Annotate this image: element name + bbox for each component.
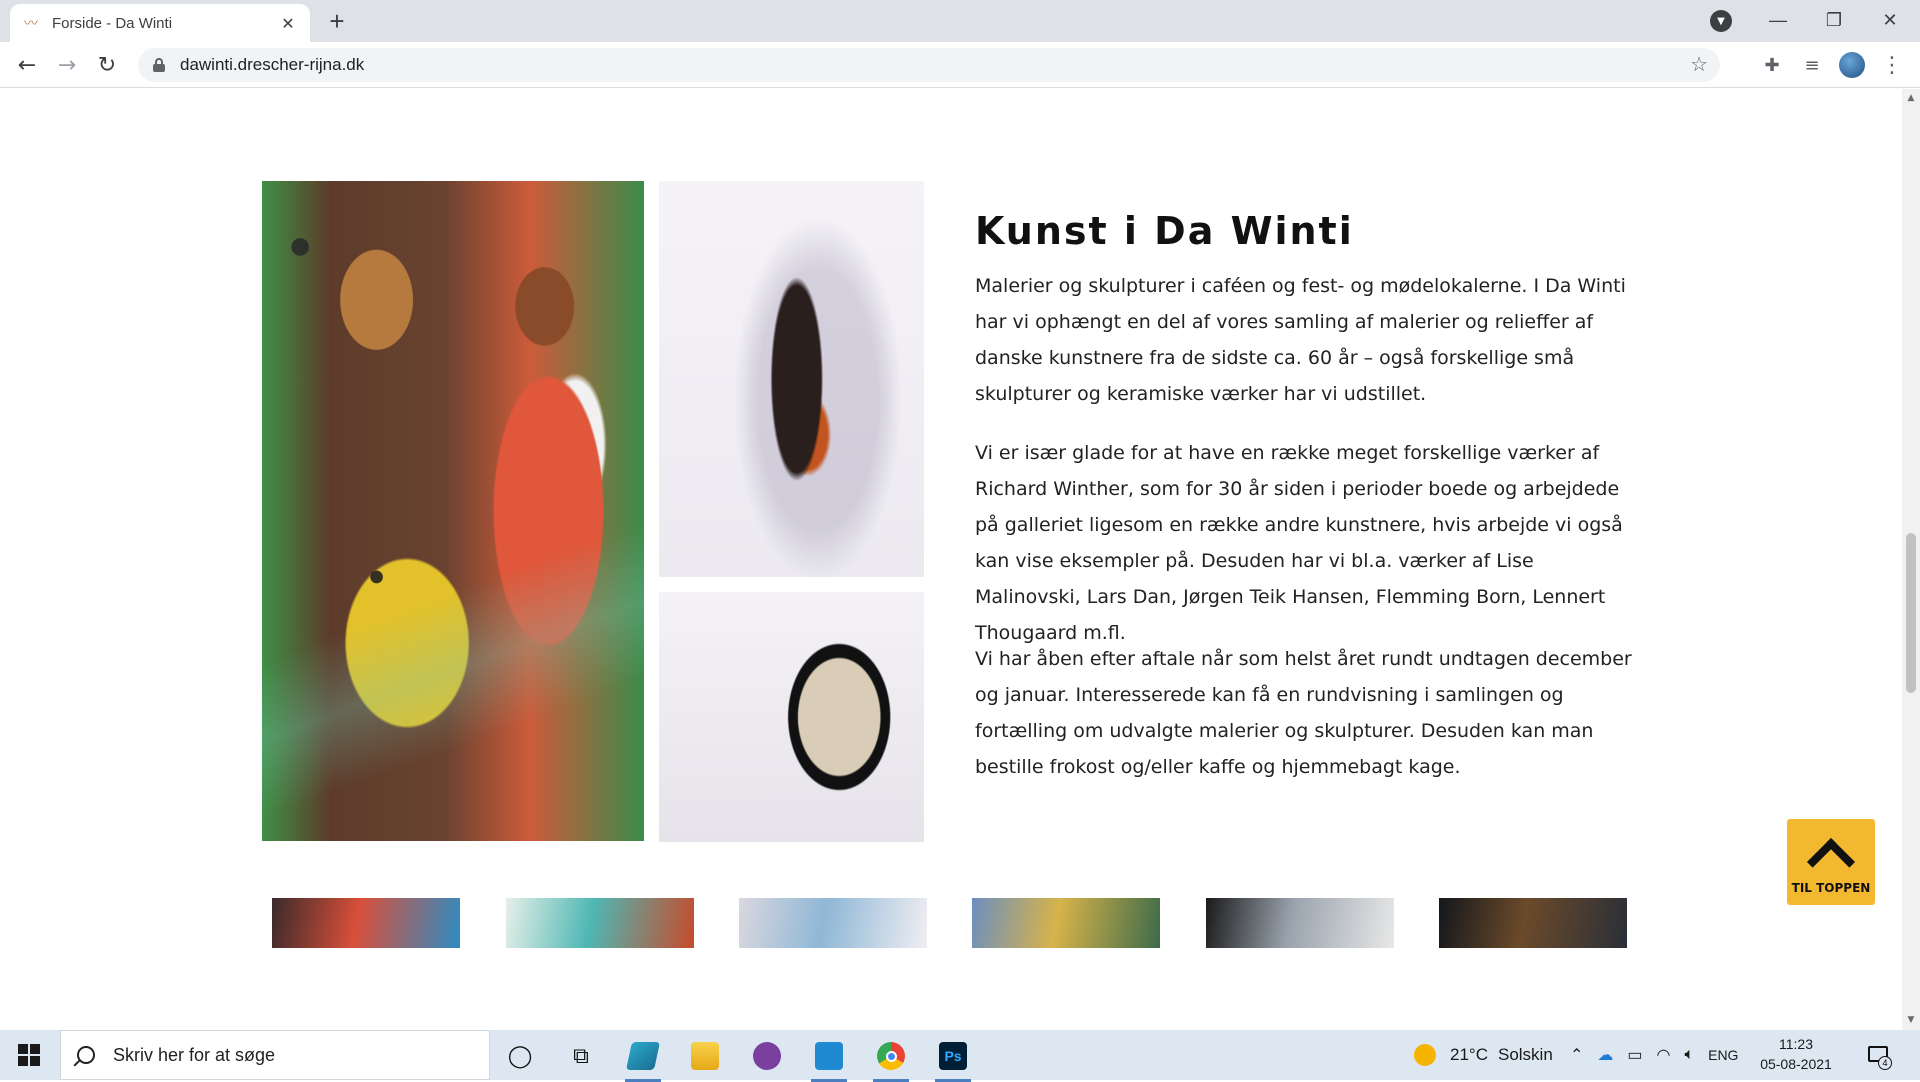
vs-code-icon[interactable] (805, 1036, 853, 1082)
media-control-icon[interactable]: ≡ (1797, 50, 1827, 80)
system-tray: ⌃ ☁ ▭ ◠ 🔈︎ ENG (1570, 1030, 1738, 1080)
gallery-thumbnail[interactable] (506, 898, 694, 948)
painting-image (262, 181, 644, 841)
section-heading: Kunst i Da Winti (975, 209, 1354, 253)
folder-glyph (691, 1042, 719, 1070)
forward-button[interactable]: → (52, 50, 82, 80)
task-view-glyph: ⧉ (573, 1043, 589, 1068)
sculpture-image (659, 181, 924, 577)
tab-search-icon[interactable]: ▼ (1710, 10, 1732, 32)
clock-time: 11:23 (1779, 1036, 1813, 1052)
clock-date: 05-08-2021 (1760, 1056, 1832, 1072)
page-scrollbar[interactable]: ▲ ▼ (1902, 89, 1920, 1030)
chevron-up-icon (1806, 837, 1856, 887)
language-indicator[interactable]: ENG (1708, 1047, 1738, 1063)
bookmark-star-icon[interactable]: ☆ (1690, 52, 1708, 76)
gallery-thumbnail[interactable] (972, 898, 1160, 948)
gallery-thumbnails (272, 898, 1632, 948)
pinned-app-glyph (626, 1042, 660, 1070)
painting-strokes (262, 181, 644, 841)
paragraph-1: Malerier og skulpturer i caféen og fest-… (975, 275, 1626, 405)
chrome-glyph (877, 1042, 905, 1070)
browser-menu-icon[interactable]: ⋮ (1877, 50, 1907, 80)
battery-icon[interactable]: ▭ (1627, 1045, 1642, 1065)
taskbar-search-input[interactable]: Skriv her for at søge (60, 1030, 490, 1080)
minimize-button[interactable]: — (1750, 0, 1806, 40)
browser-toolbar: ← → ↻ dawinti.drescher-rijna.dk ☆ ✚ ≡ ⋮ (0, 42, 1920, 88)
volume-icon[interactable]: 🔈︎ (1685, 1046, 1695, 1064)
search-icon (77, 1046, 95, 1064)
browser-tab-active[interactable]: 〰 Forside - Da Winti ✕ (10, 4, 310, 42)
wifi-icon[interactable]: ◠ (1657, 1045, 1671, 1065)
gallery-thumbnail[interactable] (272, 898, 460, 948)
weather-label: Solskin (1497, 1045, 1553, 1064)
new-tab-button[interactable]: + (322, 6, 352, 36)
cortana-icon[interactable]: ◯ (496, 1036, 544, 1076)
back-button[interactable]: ← (12, 50, 42, 80)
profile-avatar-button[interactable] (1837, 50, 1867, 80)
gallery-thumbnail[interactable] (739, 898, 927, 948)
photoshop-glyph: Ps (939, 1042, 967, 1070)
taskbar-clock[interactable]: 11:23 05-08-2021 (1758, 1034, 1834, 1074)
chrome-icon[interactable] (867, 1036, 915, 1082)
pinned-app-icon[interactable] (619, 1036, 667, 1082)
paragraph-2: Vi er især glade for at have en række me… (975, 442, 1623, 644)
notification-count: 4 (1878, 1056, 1892, 1070)
paragraph-3: Vi har åben efter aftale når som helst å… (975, 648, 1632, 778)
url-text[interactable]: dawinti.drescher-rijna.dk (180, 55, 364, 75)
github-desktop-icon[interactable] (743, 1036, 791, 1076)
scroll-down-arrow-icon[interactable]: ▼ (1906, 1015, 1916, 1025)
page-content: Kunst i Da Winti Malerier og skulpturer … (0, 89, 1902, 1030)
windows-start-icon[interactable] (18, 1044, 40, 1066)
reload-button[interactable]: ↻ (92, 50, 122, 80)
vscode-glyph (815, 1042, 843, 1070)
gallery-thumbnail[interactable] (1206, 898, 1394, 948)
close-tab-icon[interactable]: ✕ (278, 13, 298, 33)
scroll-up-arrow-icon[interactable]: ▲ (1906, 93, 1916, 103)
github-glyph (753, 1042, 781, 1070)
avatar (1839, 52, 1865, 78)
chrome-center (885, 1050, 897, 1062)
windows-taskbar: Skriv her for at søge ◯ ⧉ Ps 21°C Solski… (0, 1030, 1920, 1082)
weather-temp: 21°C (1450, 1045, 1488, 1064)
extensions-icon[interactable]: ✚ (1757, 50, 1787, 80)
chevron-up-tray-icon[interactable]: ⌃ (1570, 1045, 1583, 1065)
weather-widget[interactable]: 21°C Solskin (1414, 1030, 1553, 1080)
search-placeholder: Skriv her for at søge (113, 1044, 276, 1065)
onedrive-icon[interactable]: ☁ (1597, 1045, 1613, 1065)
task-view-icon[interactable]: ⧉ (557, 1036, 605, 1076)
scrollbar-thumb[interactable] (1906, 533, 1916, 693)
restore-button[interactable]: ❐ (1806, 0, 1862, 40)
cortana-glyph: ◯ (507, 1043, 533, 1068)
close-window-button[interactable]: ✕ (1862, 0, 1918, 40)
framed-picture-image (659, 592, 924, 842)
address-bar[interactable]: dawinti.drescher-rijna.dk ☆ (138, 48, 1720, 82)
back-to-top-button[interactable]: TIL TOPPEN (1787, 819, 1875, 905)
site-favicon-icon: 〰 (24, 16, 38, 32)
browser-tab-bar: 〰 Forside - Da Winti ✕ + ▼ — ❐ ✕ (0, 0, 1920, 42)
file-explorer-icon[interactable] (681, 1036, 729, 1076)
gallery-thumbnail[interactable] (1439, 898, 1627, 948)
photoshop-icon[interactable]: Ps (929, 1036, 977, 1082)
sun-icon (1414, 1044, 1436, 1066)
notification-center-icon[interactable]: 4 (1866, 1042, 1892, 1070)
tab-title: Forside - Da Winti (52, 14, 173, 32)
lock-icon[interactable] (152, 58, 166, 72)
